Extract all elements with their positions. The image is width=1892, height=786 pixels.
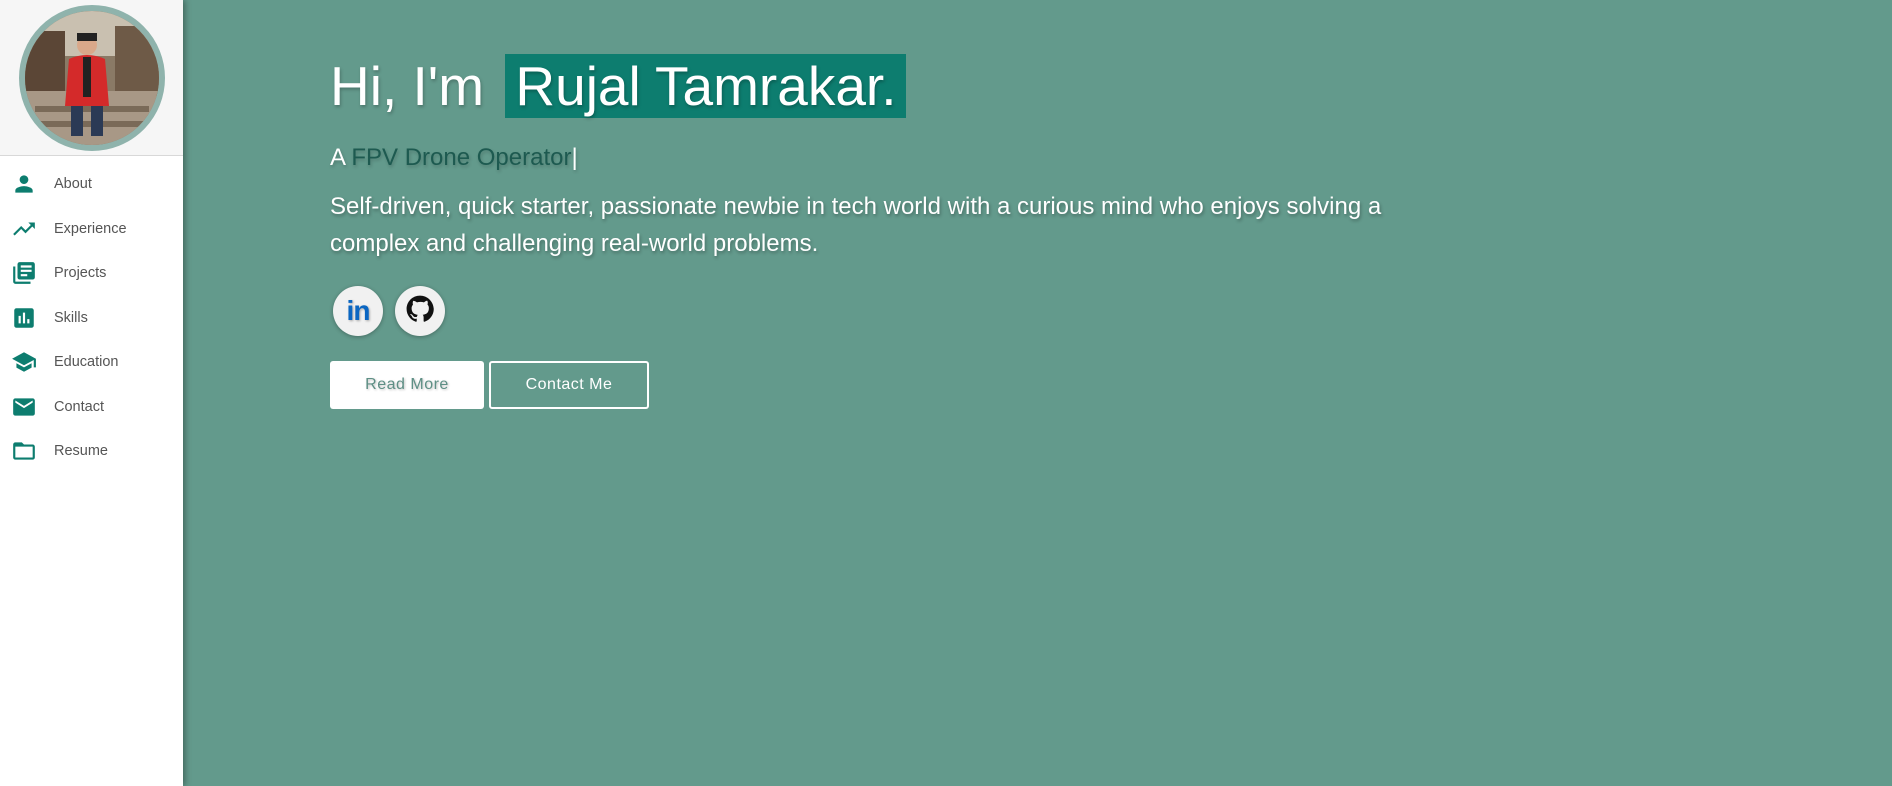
sidebar-item-label: Contact	[54, 398, 104, 415]
sidebar-item-label: Education	[54, 354, 119, 371]
sidebar-item-label: Skills	[54, 309, 88, 326]
tagline-prefix: A	[330, 144, 345, 171]
sidebar-item-label: Experience	[54, 220, 127, 237]
contact-me-button[interactable]: Contact Me	[489, 361, 649, 409]
mail-icon	[11, 394, 37, 420]
sidebar-item-contact[interactable]: Contact	[0, 385, 183, 430]
read-more-button[interactable]: Read More	[330, 361, 484, 409]
hero-section: Hi, I'm Rujal Tamrakar. A FPV Drone Oper…	[330, 50, 1430, 409]
linkedin-icon: in	[346, 295, 371, 326]
library-books-icon	[11, 260, 37, 286]
avatar[interactable]	[18, 5, 165, 151]
sidebar-item-label: Projects	[54, 265, 107, 282]
sidebar-item-projects[interactable]: Projects	[0, 251, 183, 296]
sidebar-item-resume[interactable]: Resume	[0, 429, 183, 474]
name-highlight: Rujal Tamrakar.	[505, 54, 907, 118]
sidebar-item-label: About	[54, 176, 92, 193]
typing-cursor: |	[571, 144, 578, 171]
typed-role: FPV Drone Operator	[351, 144, 572, 171]
avatar-photo	[24, 11, 159, 145]
sidebar-item-education[interactable]: Education	[0, 340, 183, 385]
sidebar-item-label: Resume	[54, 443, 108, 460]
hero-description: Self-driven, quick starter, passionate n…	[330, 193, 1382, 257]
bar-chart-icon	[11, 305, 37, 331]
page-title: Hi, I'm Rujal Tamrakar.	[330, 50, 1430, 122]
main-content: Hi, I'm Rujal Tamrakar. A FPV Drone Oper…	[183, 0, 1892, 786]
greeting-prefix: Hi, I'm	[330, 55, 485, 117]
hero-actions: Read More Contact Me	[330, 361, 1430, 409]
linkedin-link[interactable]: in	[333, 286, 383, 336]
tagline: A FPV Drone Operator|	[330, 144, 1430, 172]
sidebar-item-skills[interactable]: Skills	[0, 296, 183, 341]
social-links: in	[333, 286, 1430, 336]
sidebar-item-about[interactable]: About	[0, 162, 183, 207]
sidebar-item-experience[interactable]: Experience	[0, 207, 183, 252]
person-icon	[11, 171, 37, 197]
sidebar: About Experience Projects Skills Educati…	[0, 0, 183, 786]
github-icon	[406, 295, 434, 328]
avatar-container	[0, 0, 183, 156]
school-icon	[11, 349, 37, 375]
folder-icon	[11, 438, 37, 464]
sidebar-nav: About Experience Projects Skills Educati…	[0, 156, 183, 474]
trending-up-icon	[11, 216, 37, 242]
github-link[interactable]	[395, 286, 445, 336]
